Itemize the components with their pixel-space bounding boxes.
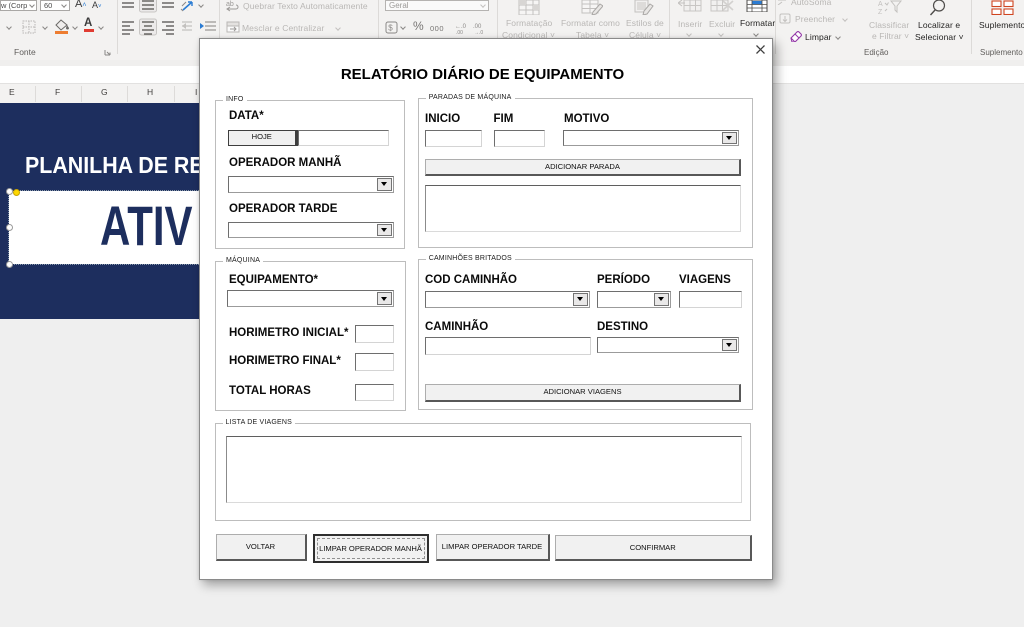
svg-text:A: A — [878, 1, 883, 8]
svg-text:.00: .00 — [456, 30, 463, 34]
svg-text:$: $ — [388, 24, 393, 33]
svg-text:Z: Z — [878, 9, 883, 14]
svg-text:→.0: →.0 — [474, 30, 483, 34]
